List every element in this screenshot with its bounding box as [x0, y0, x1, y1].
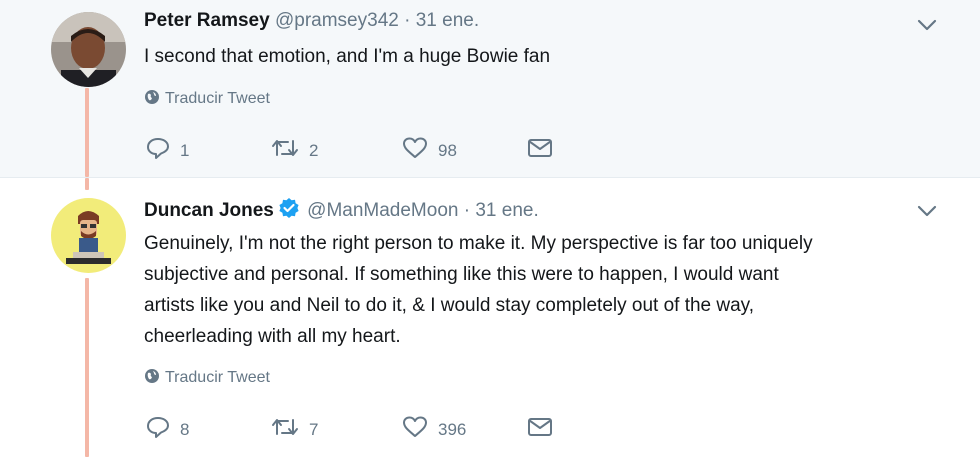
- avatar[interactable]: [51, 198, 126, 273]
- separator: ·: [463, 200, 471, 221]
- direct-message-icon: [528, 139, 552, 157]
- translate-tweet-link[interactable]: Traducir Tweet: [144, 368, 270, 387]
- chevron-down-icon[interactable]: [916, 204, 938, 218]
- direct-message-icon: [528, 418, 552, 436]
- tweet-text: I second that emotion, and I'm a huge Bo…: [144, 46, 551, 67]
- verified-badge-icon: [279, 198, 299, 218]
- avatar[interactable]: [51, 12, 126, 87]
- reply-button[interactable]: 1: [146, 137, 189, 161]
- author-handle[interactable]: @pramsey342: [275, 10, 399, 31]
- globe-icon: [145, 369, 159, 383]
- author-handle[interactable]: @ManMadeMoon: [307, 200, 458, 221]
- direct-message-button[interactable]: [527, 137, 553, 161]
- tweet-header: Duncan Jones @ManMadeMoon · 31 ene.: [144, 197, 539, 222]
- tweet-duncan-jones[interactable]: Duncan Jones @ManMadeMoon · 31 ene. Genu…: [0, 178, 980, 457]
- retweet-count: 2: [309, 141, 319, 160]
- tweet-header: Peter Ramsey @pramsey342 · 31 ene.: [144, 10, 479, 32]
- thread-connector-line: [85, 278, 89, 457]
- avatar-photo-peter: [51, 12, 126, 87]
- direct-message-button[interactable]: [527, 416, 553, 440]
- globe-icon: [145, 90, 159, 104]
- avatar-illustration-duncan: [51, 198, 126, 273]
- like-icon: [403, 137, 427, 158]
- reply-icon: [147, 417, 169, 438]
- retweet-button[interactable]: 2: [271, 137, 318, 161]
- retweet-count: 7: [309, 420, 319, 439]
- author-name[interactable]: Duncan Jones: [144, 200, 274, 221]
- retweet-icon: [272, 419, 298, 435]
- tweet-peter-ramsey[interactable]: Peter Ramsey @pramsey342 · 31 ene. I sec…: [0, 0, 980, 178]
- separator: ·: [404, 10, 411, 31]
- like-count: 396: [438, 420, 467, 439]
- author-name[interactable]: Peter Ramsey: [144, 10, 270, 31]
- translate-tweet-link[interactable]: Traducir Tweet: [144, 89, 270, 108]
- reply-count: 8: [180, 420, 190, 439]
- thread-connector-line: [85, 178, 89, 190]
- chevron-down-icon[interactable]: [916, 18, 938, 32]
- reply-count: 1: [180, 141, 190, 160]
- timestamp[interactable]: 31 ene.: [416, 10, 479, 31]
- reply-icon: [147, 138, 169, 159]
- like-count: 98: [438, 141, 457, 160]
- retweet-icon: [272, 140, 298, 156]
- reply-button[interactable]: 8: [146, 416, 189, 440]
- retweet-button[interactable]: 7: [271, 416, 318, 440]
- translate-label: Traducir Tweet: [165, 90, 270, 107]
- like-button[interactable]: 396: [402, 416, 466, 440]
- translate-label: Traducir Tweet: [165, 369, 270, 386]
- timestamp[interactable]: 31 ene.: [475, 200, 538, 221]
- thread-connector-line: [85, 88, 89, 177]
- like-icon: [403, 416, 427, 437]
- like-button[interactable]: 98: [402, 137, 457, 161]
- tweet-text: Genuinely, I'm not the right person to m…: [144, 233, 813, 347]
